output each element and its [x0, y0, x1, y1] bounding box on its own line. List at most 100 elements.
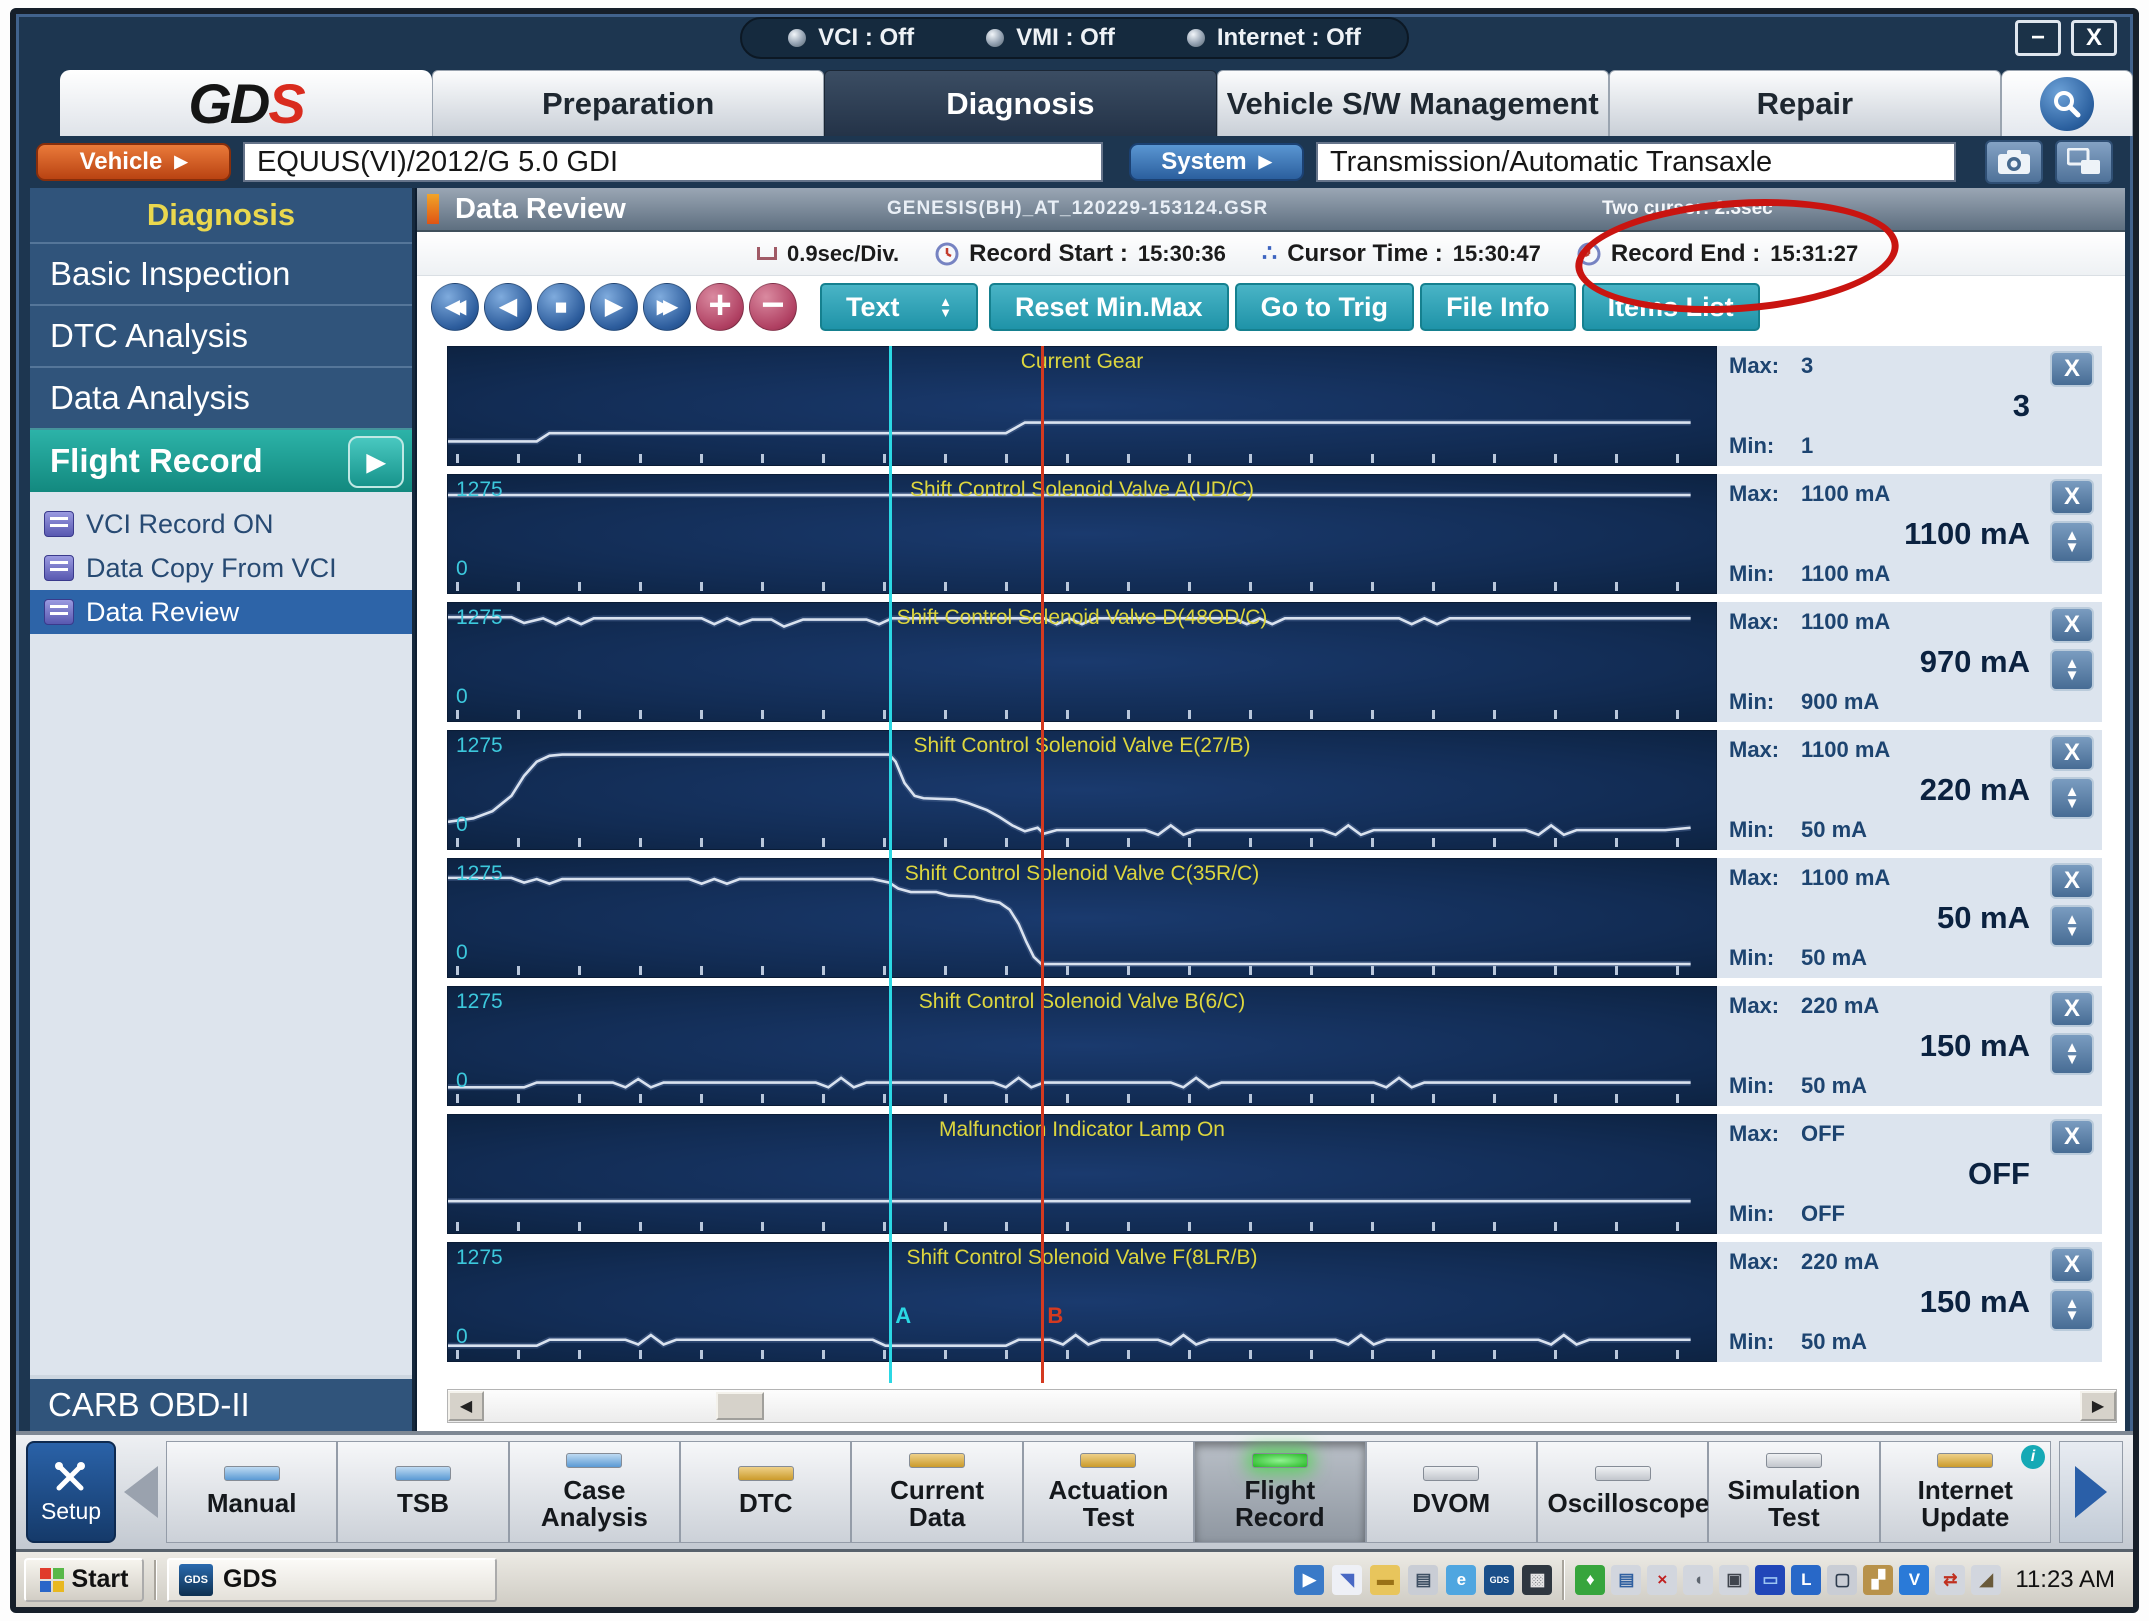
system-field[interactable]: Transmission/Automatic Transaxle — [1316, 142, 1956, 182]
minimize-button[interactable]: − — [2015, 20, 2061, 56]
function-button-flight-record[interactable]: Flight Record — [1194, 1441, 1365, 1543]
remove-channel-button[interactable]: X — [2050, 863, 2094, 899]
my-computer-icon[interactable]: ▤ — [1408, 1565, 1438, 1595]
function-button-dtc[interactable]: DTC — [680, 1441, 851, 1543]
display-settings-icon[interactable]: ▢ — [1827, 1565, 1857, 1595]
sync-arrows-icon[interactable]: ⇄ — [1935, 1565, 1965, 1595]
scrollbar-thumb[interactable] — [716, 1392, 764, 1420]
usb-device-icon[interactable]: ♦ — [1575, 1565, 1605, 1595]
laptop-icon[interactable]: ▭ — [1755, 1565, 1785, 1595]
sidebar-item-dtc-analysis[interactable]: DTC Analysis — [30, 304, 412, 366]
vehicle-field[interactable]: EQUUS(VI)/2012/G 5.0 GDI — [243, 142, 1103, 182]
reset-min-max-button[interactable]: Reset Min.Max — [989, 283, 1229, 331]
screenshot-button[interactable] — [1985, 140, 2043, 184]
sidebar-subitem-data-copy-from-vci[interactable]: Data Copy From VCI — [30, 546, 412, 590]
function-button-tsb[interactable]: TSB — [337, 1441, 508, 1543]
tab-diagnosis[interactable]: Diagnosis — [824, 70, 1216, 136]
reorder-channel-button[interactable]: ▲▼ — [2050, 1033, 2094, 1075]
remove-channel-button[interactable]: X — [2050, 1119, 2094, 1155]
dual-display-button[interactable] — [2055, 140, 2113, 184]
internet-explorer-icon[interactable]: e — [1446, 1565, 1476, 1595]
remove-channel-button[interactable]: X — [2050, 991, 2094, 1027]
function-button-case-analysis[interactable]: Case Analysis — [509, 1441, 680, 1543]
folder-icon[interactable]: ▬ — [1370, 1565, 1400, 1595]
chart-plot-3[interactable]: Shift Control Solenoid Valve D(48OD/C)12… — [447, 602, 1717, 722]
toolbar-scroll-right-button[interactable] — [2059, 1441, 2123, 1543]
scroll-right-button[interactable]: ▶ — [2080, 1391, 2116, 1421]
view-mode-dropdown[interactable]: Text ▲▼ — [820, 283, 978, 331]
sidebar-subitem-vci-record-on[interactable]: VCI Record ON — [30, 502, 412, 546]
vehicle-button[interactable]: Vehicle▶ — [36, 143, 231, 181]
gds-logo[interactable]: GDS — [60, 70, 432, 136]
reorder-channel-button[interactable]: ▲▼ — [2050, 649, 2094, 691]
taskbar-app-gds[interactable]: GDS GDS — [167, 1558, 497, 1602]
remove-channel-button[interactable]: X — [2050, 735, 2094, 771]
file-info-button[interactable]: File Info — [1420, 283, 1576, 331]
fast-forward-button[interactable]: ▶▶ — [643, 283, 691, 331]
network-error-icon[interactable]: × — [1647, 1565, 1677, 1595]
function-button-internet-update[interactable]: Internet Updatei — [1880, 1441, 2051, 1543]
remove-channel-button[interactable]: X — [2050, 479, 2094, 515]
chart-plot-4[interactable]: Shift Control Solenoid Valve E(27/B)1275… — [447, 730, 1717, 850]
tab-vehicle-s-w-management[interactable]: Vehicle S/W Management — [1217, 70, 1609, 136]
chart-plot-6[interactable]: Shift Control Solenoid Valve B(6/C)12750 — [447, 986, 1717, 1106]
record-start: Record Start : 15:30:36 — [935, 240, 1226, 268]
flight-record-expand-button[interactable]: ▶ — [348, 436, 404, 488]
function-button-oscilloscope[interactable]: Oscilloscope — [1537, 1441, 1708, 1543]
function-button-simulation-test[interactable]: Simulation Test — [1708, 1441, 1879, 1543]
reorder-channel-button[interactable]: ▲▼ — [2050, 777, 2094, 819]
remove-channel-button[interactable]: X — [2050, 607, 2094, 643]
media-player-icon[interactable]: ▶ — [1294, 1565, 1324, 1595]
stop-button[interactable]: ■ — [537, 283, 585, 331]
tab-repair[interactable]: Repair — [1609, 70, 2001, 136]
sidebar-subitem-data-review[interactable]: Data Review — [30, 590, 412, 634]
scroll-left-button[interactable]: ◀ — [448, 1391, 484, 1421]
content-area: Data Review GENESIS(BH)_AT_120229-153124… — [415, 188, 2125, 1431]
monitor-l-icon[interactable]: L — [1791, 1565, 1821, 1595]
network-signal-icon[interactable]: ▤ — [1611, 1565, 1641, 1595]
edit-icon[interactable]: ◥ — [1332, 1565, 1362, 1595]
zoom-in-button[interactable]: + — [696, 283, 744, 331]
gds-launcher-icon[interactable]: GDS — [1484, 1565, 1514, 1595]
chart-plot-8[interactable]: Shift Control Solenoid Valve F(8LR/B)127… — [447, 1242, 1717, 1362]
function-button-dvom[interactable]: DVOM — [1366, 1441, 1537, 1543]
chart-plot-1[interactable]: Current Gear — [447, 346, 1717, 466]
tools-icon[interactable]: ▞ — [1863, 1565, 1893, 1595]
close-button[interactable]: X — [2071, 20, 2117, 56]
sidebar-item-carb-obd2[interactable]: CARB OBD-II — [30, 1375, 412, 1431]
remove-channel-button[interactable]: X — [2050, 351, 2094, 387]
items-list-button[interactable]: Items List — [1582, 283, 1760, 331]
search-button[interactable] — [2001, 70, 2133, 136]
function-button-actuation-test[interactable]: Actuation Test — [1023, 1441, 1194, 1543]
lightning-icon[interactable]: V — [1899, 1565, 1929, 1595]
play-button[interactable]: ▶ — [590, 283, 638, 331]
chart-plot-7[interactable]: Malfunction Indicator Lamp On — [447, 1114, 1717, 1234]
plus-icon: + — [708, 285, 731, 325]
touch-input-icon[interactable]: ◢ — [1971, 1565, 2001, 1595]
rewind-button[interactable]: ◀◀ — [431, 283, 479, 331]
zoom-out-button[interactable]: − — [749, 283, 797, 331]
sidebar-item-data-analysis[interactable]: Data Analysis — [30, 366, 412, 428]
reorder-channel-button[interactable]: ▲▼ — [2050, 1289, 2094, 1331]
toolbar-scroll-left-button[interactable] — [124, 1466, 158, 1518]
sidebar-item-basic-inspection[interactable]: Basic Inspection — [30, 242, 412, 304]
chart-plot-5[interactable]: Shift Control Solenoid Valve C(35R/C)127… — [447, 858, 1717, 978]
go-to-trig-button[interactable]: Go to Trig — [1235, 283, 1415, 331]
start-button[interactable]: Start — [24, 1558, 144, 1602]
reorder-channel-button[interactable]: ▲▼ — [2050, 905, 2094, 947]
system-button[interactable]: System▶ — [1129, 143, 1304, 181]
remove-channel-button[interactable]: X — [2050, 1247, 2094, 1283]
function-button-manual[interactable]: Manual — [166, 1441, 337, 1543]
sidebar-item-flight-record[interactable]: Flight Record ▶ — [30, 428, 412, 492]
tab-preparation[interactable]: Preparation — [432, 70, 824, 136]
reorder-channel-button[interactable]: ▲▼ — [2050, 521, 2094, 563]
sidebar-submenu: VCI Record ONData Copy From VCIData Revi… — [30, 492, 412, 1375]
setup-button[interactable]: Setup — [26, 1441, 116, 1543]
step-back-button[interactable]: ◀ — [484, 283, 532, 331]
photo-viewer-icon[interactable]: ▩ — [1522, 1565, 1552, 1595]
volume-icon[interactable]: ◖ — [1683, 1565, 1713, 1595]
printer-icon[interactable]: ▣ — [1719, 1565, 1749, 1595]
horizontal-scrollbar[interactable]: ◀ ▶ — [447, 1389, 2117, 1423]
function-button-current-data[interactable]: Current Data — [851, 1441, 1022, 1543]
chart-plot-2[interactable]: Shift Control Solenoid Valve A(UD/C)1275… — [447, 474, 1717, 594]
